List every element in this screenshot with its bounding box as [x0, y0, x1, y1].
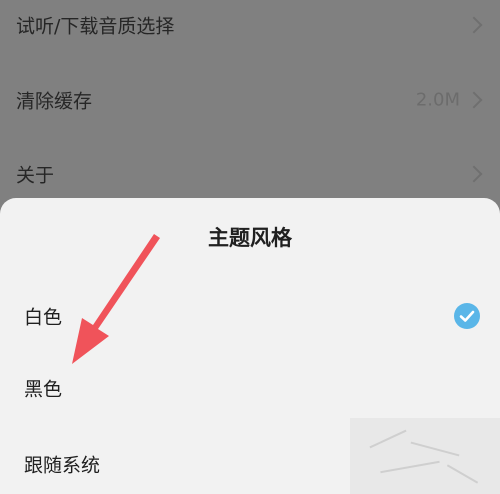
cache-size-value: 2.0M — [415, 89, 460, 111]
theme-option-label: 黑色 — [24, 378, 63, 401]
settings-item-label: 关于 — [16, 164, 55, 187]
settings-item-label: 试听/下载音质选择 — [16, 15, 175, 38]
sheet-title: 主题风格 — [208, 226, 292, 250]
theme-option-label: 白色 — [24, 306, 63, 329]
watermark — [350, 418, 500, 494]
settings-item-about[interactable]: 关于 — [0, 144, 500, 204]
theme-option-label: 跟随系统 — [24, 454, 101, 477]
check-icon — [454, 303, 480, 329]
settings-list: 试听/下载音质选择 清除缓存 2.0M 关于 — [0, 0, 500, 230]
settings-item-label: 清除缓存 — [16, 90, 93, 113]
chevron-right-icon — [465, 165, 483, 183]
chevron-right-icon — [465, 91, 483, 109]
settings-item-audio-quality[interactable]: 试听/下载音质选择 — [0, 0, 500, 55]
theme-option-black[interactable]: 黑色 — [0, 358, 500, 418]
theme-option-white[interactable]: 白色 — [0, 286, 500, 346]
settings-item-clear-cache[interactable]: 清除缓存 2.0M — [0, 70, 500, 130]
chevron-right-icon — [465, 16, 483, 34]
